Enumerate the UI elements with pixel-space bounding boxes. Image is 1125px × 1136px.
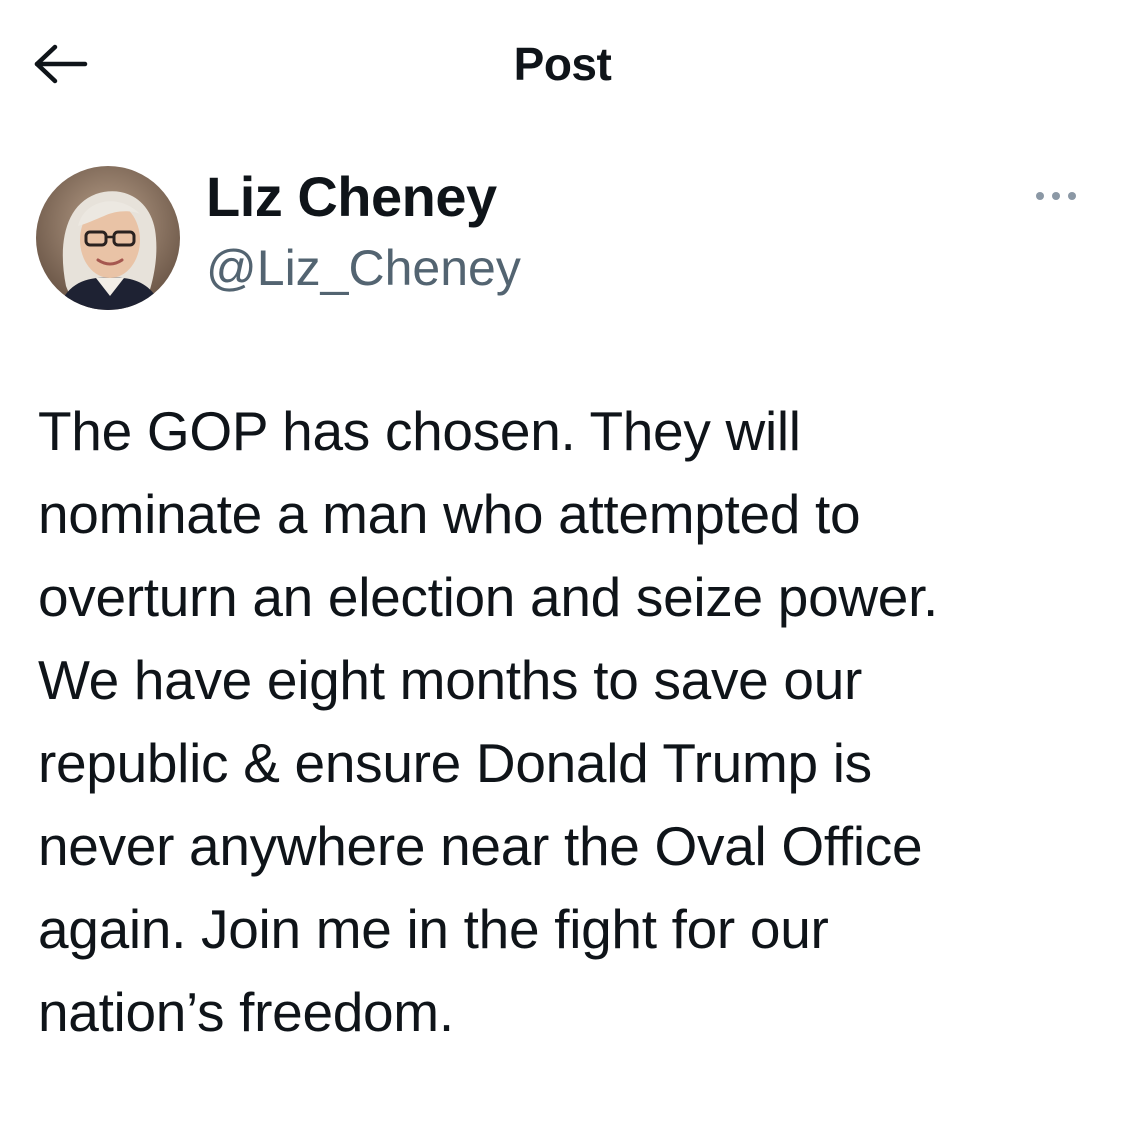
profile-photo (36, 166, 180, 310)
more-horizontal-icon (1036, 192, 1076, 200)
post-text-line: overturn an election and seize power. (38, 566, 939, 628)
post-text-line: nation’s freedom. (38, 981, 454, 1043)
post-text: The GOP has chosen. They will nominate a… (38, 390, 1108, 1054)
post-author: Liz Cheney @Liz_Cheney (36, 166, 1096, 316)
post-text-line: nominate a man who attempted to (38, 483, 861, 545)
author-names: Liz Cheney @Liz_Cheney (206, 166, 521, 302)
post-text-line: The GOP has chosen. They will (38, 400, 801, 462)
user-handle[interactable]: @Liz_Cheney (206, 234, 521, 302)
post-text-line: again. Join me in the fight for our (38, 898, 829, 960)
post-text-line: never anywhere near the Oval Office (38, 815, 923, 877)
post-text-line: We have eight months to save our (38, 649, 863, 711)
page-title: Post (513, 38, 612, 90)
post-text-line: republic & ensure Donald Trump is (38, 732, 872, 794)
top-bar: Post (0, 0, 1125, 130)
display-name[interactable]: Liz Cheney (206, 166, 521, 228)
more-options-button[interactable] (1026, 176, 1086, 216)
avatar[interactable] (36, 166, 180, 310)
